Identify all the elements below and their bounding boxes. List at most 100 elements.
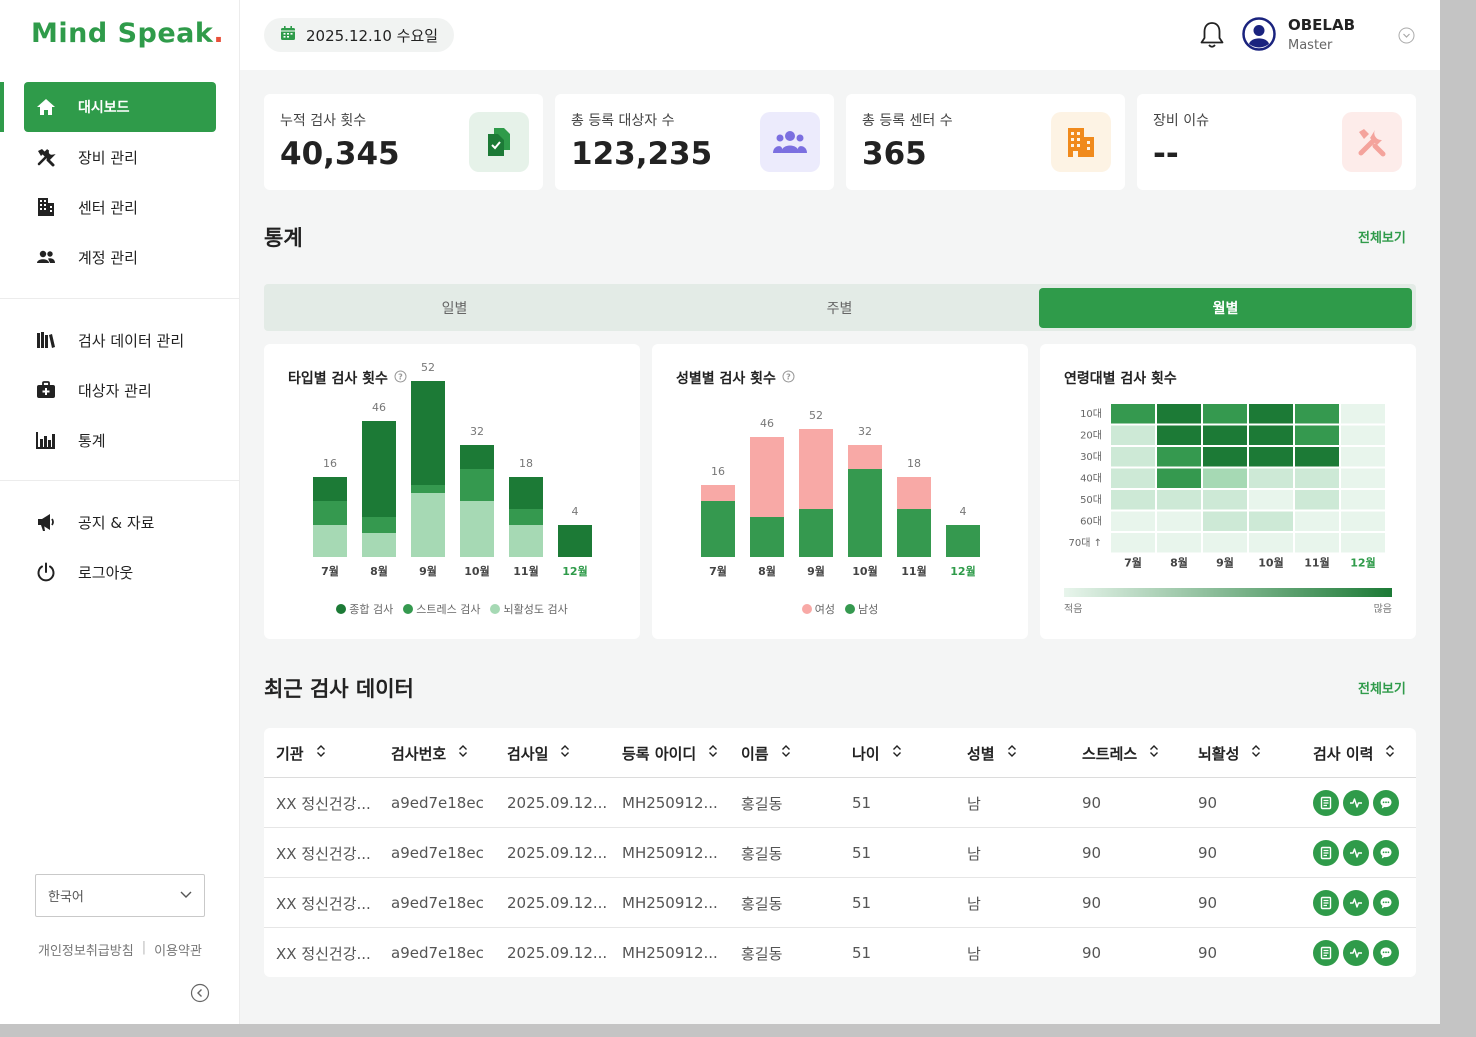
chat-icon[interactable] — [1373, 790, 1399, 816]
sort-icon[interactable] — [708, 744, 718, 762]
app-window: Mind Speak. 대시보드 장비 관리 센터 관리 계정 관리 검사 데이… — [0, 0, 1440, 1024]
sort-icon[interactable] — [892, 744, 902, 762]
nav-item-label: 대시보드 — [78, 100, 130, 116]
table-cell: MH250912... — [622, 894, 718, 912]
table-cell: XX 정신건강... — [276, 944, 371, 963]
table-row[interactable]: XX 정신건강... a9ed7e18ec 2025.09.12... MH25091… — [264, 828, 1416, 878]
table-cell: 90 — [1082, 944, 1102, 962]
table-row[interactable]: XX 정신건강... a9ed7e18ec 2025.09.12... MH25091… — [264, 878, 1416, 928]
nav-item-dashboard[interactable]: 대시보드 — [24, 82, 216, 132]
sort-icon[interactable] — [560, 744, 570, 762]
user-menu-chevron-icon[interactable] — [1398, 27, 1415, 48]
users-icon — [760, 112, 820, 172]
chart-legend: 종합 검사 스트레스 검사 뇌활성도 검사 — [264, 601, 640, 617]
column-header[interactable]: 뇌활성 — [1198, 728, 1261, 778]
y-tick-label: 40대 — [1080, 473, 1102, 485]
chart-panel-by-type: 타입별 검사 횟수? 16 7월 46 8월 52 9월 32 10월 18 11월 4 12월 종합… — [264, 344, 640, 639]
tab-weekly[interactable]: 주별 — [653, 288, 1026, 328]
sort-icon[interactable] — [1251, 744, 1261, 762]
brand-logo[interactable]: Mind Speak. — [31, 18, 224, 49]
sort-icon[interactable] — [458, 744, 468, 762]
data-label: 4 — [960, 505, 967, 518]
card-value: 40,345 — [280, 136, 400, 172]
privacy-policy-link[interactable]: 개인정보취급방침 — [38, 940, 134, 959]
waveform-icon[interactable] — [1343, 840, 1369, 866]
user-avatar-icon[interactable] — [1242, 17, 1276, 51]
tab-monthly[interactable]: 월별 — [1039, 288, 1412, 328]
stats-section-title: 통계 — [264, 226, 303, 250]
tab-daily[interactable]: 일별 — [268, 288, 641, 328]
heatmap-cell — [1249, 468, 1293, 488]
report-icon[interactable] — [1313, 890, 1339, 916]
sort-icon[interactable] — [1149, 744, 1159, 762]
stats-view-all-link[interactable]: 전체보기 — [1358, 227, 1406, 246]
sort-icon[interactable] — [316, 744, 326, 762]
nav-item-equipment[interactable]: 장비 관리 — [24, 132, 216, 182]
table-row[interactable]: XX 정신건강... a9ed7e18ec 2025.09.12... MH25091… — [264, 778, 1416, 828]
nav-item-centers[interactable]: 센터 관리 — [24, 182, 216, 232]
collapse-sidebar-icon[interactable] — [190, 983, 210, 1003]
card-value: 365 — [862, 136, 927, 172]
card-label: 총 등록 센터 수 — [862, 113, 953, 129]
report-icon[interactable] — [1313, 840, 1339, 866]
nav-item-statistics[interactable]: 통계 — [24, 415, 216, 465]
column-header[interactable]: 성별 — [967, 728, 1017, 778]
table-row[interactable]: XX 정신건강... a9ed7e18ec 2025.09.12... MH25091… — [264, 928, 1416, 977]
language-select[interactable]: 한국어 — [35, 874, 205, 917]
bar-segment — [460, 501, 494, 557]
bar-segment — [848, 445, 882, 469]
waveform-icon[interactable] — [1343, 790, 1369, 816]
nav-item-exam-data[interactable]: 검사 데이터 관리 — [24, 315, 216, 365]
heatmap-cell — [1249, 425, 1293, 445]
nav-item-subjects[interactable]: 대상자 관리 — [24, 365, 216, 415]
nav-item-label: 로그아웃 — [78, 563, 134, 582]
bell-icon[interactable] — [1198, 20, 1226, 54]
nav-item-notices[interactable]: 공지 & 자료 — [24, 497, 216, 547]
bar-segment — [558, 525, 592, 557]
x-tick-label: 11월 — [1304, 556, 1329, 570]
users-icon — [36, 247, 56, 267]
card-label: 누적 검사 횟수 — [280, 113, 367, 129]
sort-icon[interactable] — [781, 744, 791, 762]
column-header[interactable]: 검사일 — [507, 728, 570, 778]
heatmap-cell — [1111, 468, 1155, 488]
column-header[interactable]: 등록 아이디 — [622, 728, 718, 778]
recent-view-all-link[interactable]: 전체보기 — [1358, 678, 1406, 697]
report-icon[interactable] — [1313, 790, 1339, 816]
nav-item-accounts[interactable]: 계정 관리 — [24, 232, 216, 282]
sort-icon[interactable] — [1385, 744, 1395, 762]
table-cell: 51 — [852, 944, 872, 962]
report-icon[interactable] — [1313, 940, 1339, 966]
heatmap-cell — [1341, 447, 1385, 467]
terms-link[interactable]: 이용약관 — [154, 940, 202, 959]
sort-icon[interactable] — [1007, 744, 1017, 762]
bar-segment — [799, 429, 833, 509]
chat-icon[interactable] — [1373, 840, 1399, 866]
heatmap-cell — [1111, 425, 1155, 445]
column-header[interactable]: 검사번호 — [391, 728, 468, 778]
waveform-icon[interactable] — [1343, 890, 1369, 916]
nav-item-label: 장비 관리 — [78, 148, 138, 167]
heatmap-cell — [1341, 533, 1385, 553]
nav-item-logout[interactable]: 로그아웃 — [24, 547, 216, 597]
column-header[interactable]: 기관 — [276, 728, 326, 778]
column-header[interactable]: 검사 이력 — [1313, 728, 1395, 778]
column-header[interactable]: 이름 — [741, 728, 791, 778]
summary-card-subjects: 총 등록 대상자 수 123,235 — [555, 94, 834, 190]
bar-segment — [313, 477, 347, 501]
chat-icon[interactable] — [1373, 890, 1399, 916]
tick-label: 8월 — [758, 564, 776, 578]
heatmap-cell — [1341, 468, 1385, 488]
chat-icon[interactable] — [1373, 940, 1399, 966]
column-header[interactable]: 스트레스 — [1082, 728, 1159, 778]
waveform-icon[interactable] — [1343, 940, 1369, 966]
building-icon — [1051, 112, 1111, 172]
column-header[interactable]: 나이 — [852, 728, 902, 778]
y-tick-label: 10대 — [1080, 408, 1102, 420]
table-cell: 90 — [1082, 794, 1102, 812]
legend-item: 여성 — [801, 601, 835, 617]
heatmap-cell — [1295, 511, 1339, 531]
row-actions — [1313, 790, 1399, 816]
bar-segment — [362, 533, 396, 557]
date-pill[interactable]: 2025.12.10 수요일 — [264, 18, 455, 52]
